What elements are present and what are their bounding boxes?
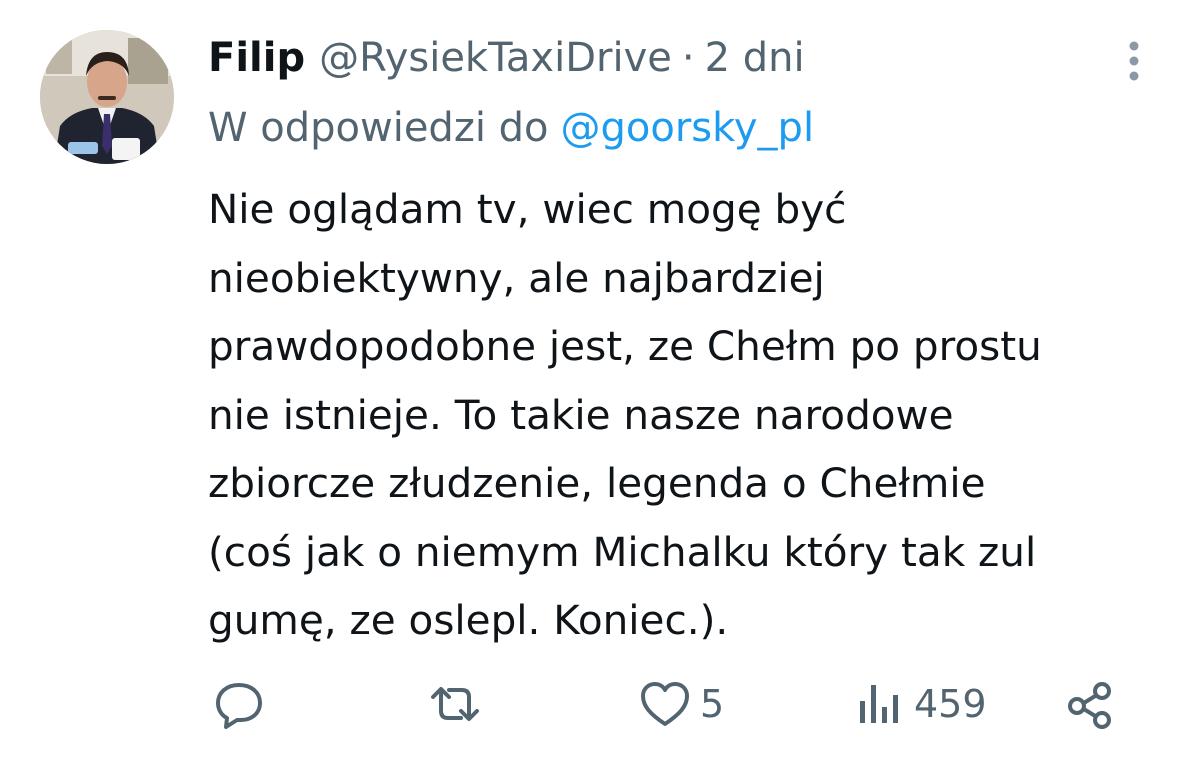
share-icon bbox=[1068, 682, 1111, 729]
tweet-text-line: gumę, ze oslepl. Koniec.). bbox=[208, 596, 729, 644]
tweet: Filip @RysiekTaxiDrive · 2 dni W odpowie… bbox=[0, 0, 1200, 757]
avatar-image bbox=[40, 30, 174, 164]
tweet-text-line: nie istnieje. To takie nasze narodowe bbox=[208, 390, 954, 439]
tweet-time[interactable]: 2 dni bbox=[705, 30, 805, 86]
tweet-header: Filip @RysiekTaxiDrive · 2 dni bbox=[208, 30, 805, 86]
reply-context: W odpowiedzi do @goorsky_pl bbox=[208, 100, 814, 156]
share-button[interactable] bbox=[1062, 672, 1118, 736]
retweet-button[interactable] bbox=[425, 672, 485, 736]
like-count: 5 bbox=[700, 682, 725, 726]
reply-prefix: W odpowiedzi do bbox=[208, 105, 549, 151]
tweet-text-line: (coś jak o niemym Michalku który tak zul bbox=[208, 527, 1037, 576]
avatar[interactable] bbox=[40, 30, 174, 164]
more-options-button[interactable] bbox=[1122, 40, 1146, 86]
heart-icon bbox=[641, 682, 689, 726]
separator-dot: · bbox=[681, 35, 695, 81]
tweet-text-line: nieobiektywny, ale najbardziej bbox=[208, 253, 825, 302]
more-vertical-icon bbox=[1129, 41, 1139, 81]
tweet-text-line: prawdopodobne jest, ze Chełm po prostu bbox=[208, 322, 1042, 370]
tweet-text-line: Nie oglądam tv, wiec mogę być bbox=[208, 185, 847, 233]
action-bar: 5 459 bbox=[0, 672, 1200, 736]
author-name[interactable]: Filip bbox=[208, 30, 305, 86]
reply-icon bbox=[216, 683, 262, 729]
author-handle[interactable]: @RysiekTaxiDrive bbox=[319, 30, 672, 86]
like-button[interactable]: 5 bbox=[638, 672, 724, 736]
reply-button[interactable] bbox=[212, 672, 266, 736]
views-button[interactable]: 459 bbox=[852, 672, 987, 736]
tweet-text: Nie oglądam tv, wiec mogę być nieobiekty… bbox=[208, 175, 1168, 655]
views-icon bbox=[860, 685, 898, 723]
reply-mention-link[interactable]: @goorsky_pl bbox=[561, 105, 815, 151]
retweet-icon bbox=[431, 687, 479, 721]
views-count: 459 bbox=[914, 682, 987, 726]
tweet-text-line: zbiorcze złudzenie, legenda o Chełmie bbox=[208, 459, 986, 507]
